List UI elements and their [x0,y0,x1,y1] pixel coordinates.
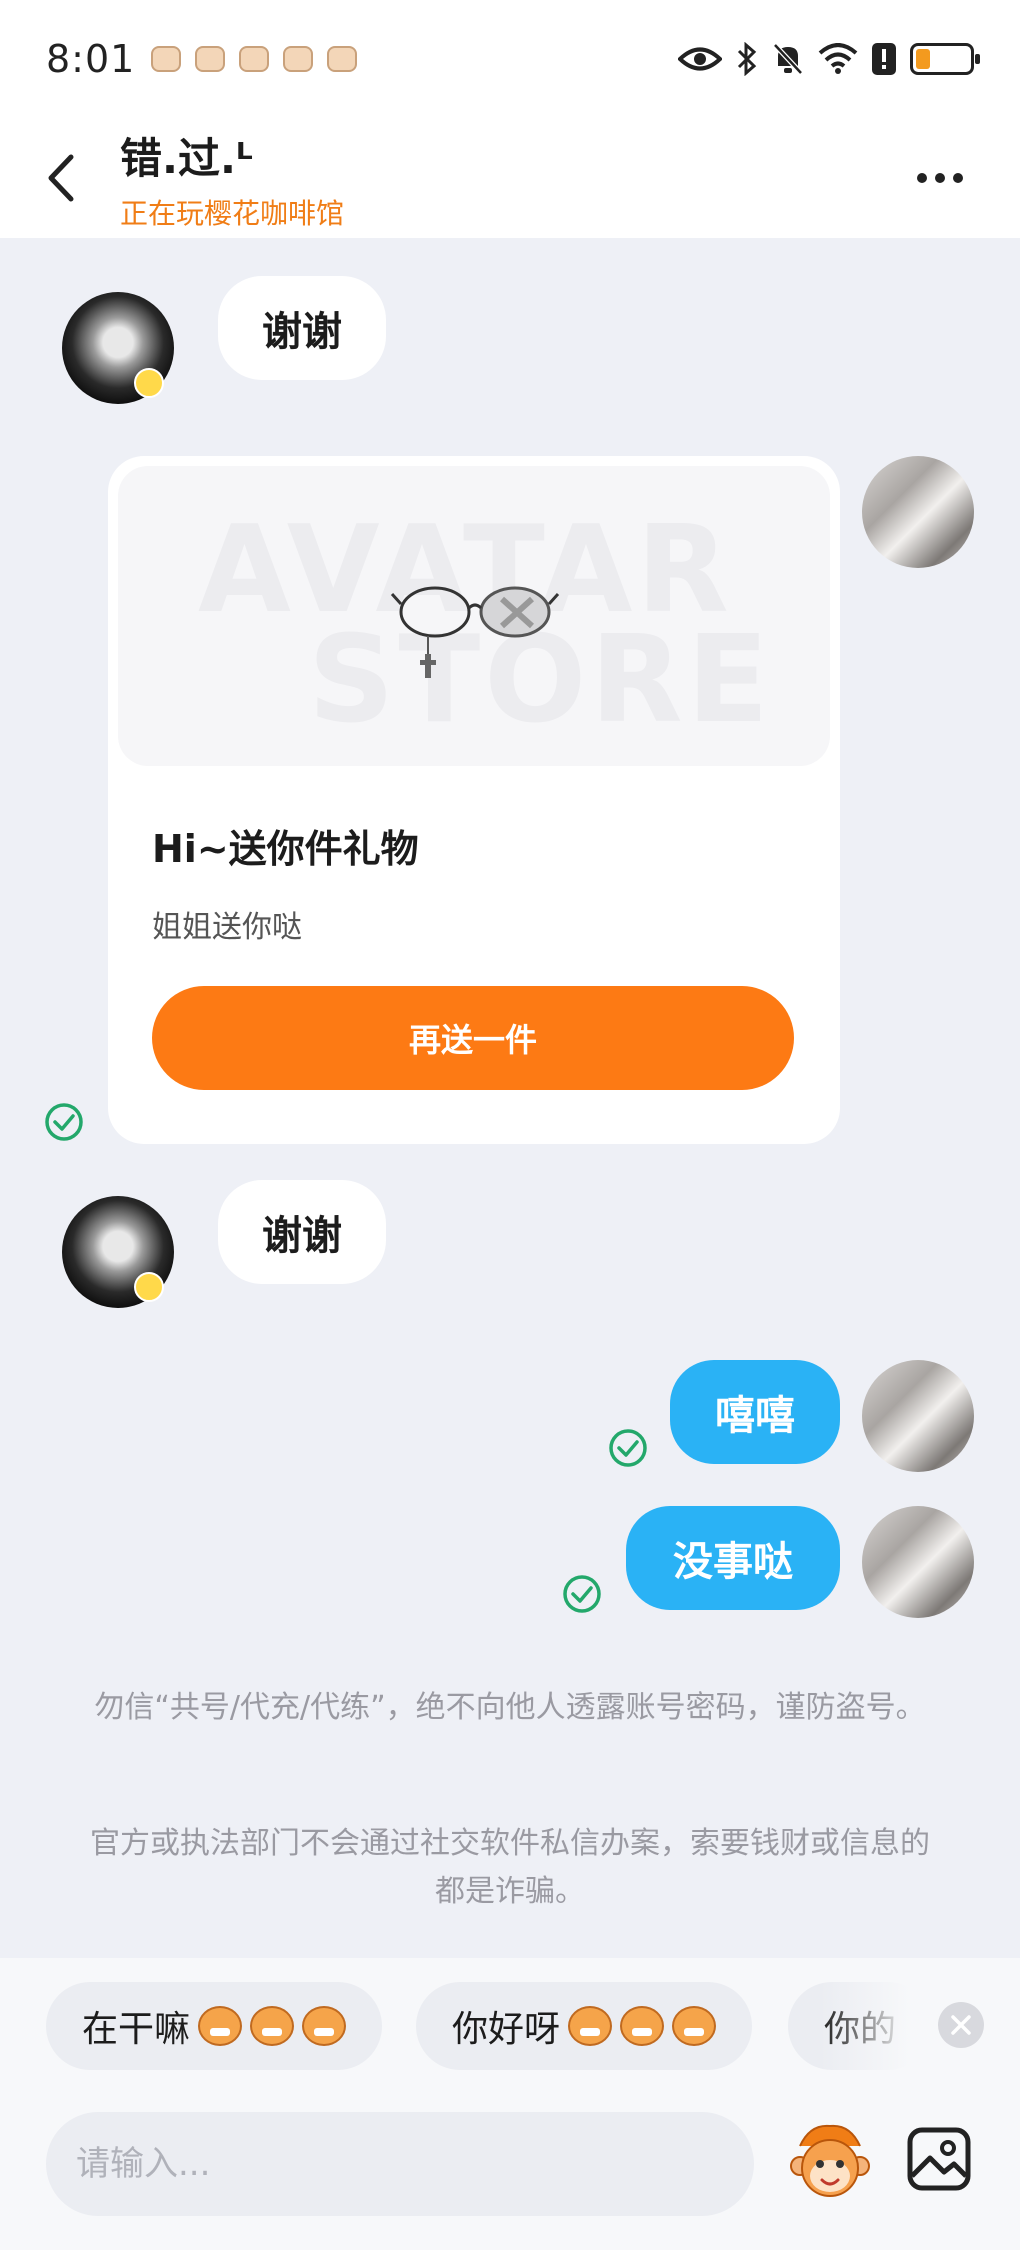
system-icons [678,42,980,76]
quick-reply-text: 在干嘛 [82,2009,191,2050]
dot-icon [935,173,945,183]
grinning-monkey-icon [250,2006,295,2046]
read-check-icon [563,1575,601,1613]
chat-messages[interactable]: 谢谢 AVATAR STORE Hi~送你件礼物 姐姐送你哒 再送一件 谢谢 嘻… [0,238,1020,1958]
image-icon[interactable] [904,2124,974,2194]
monkey-face-icon [620,2006,665,2046]
gift-banner: AVATAR STORE [118,466,830,766]
dot-icon [953,173,963,183]
app-notification-icon [283,46,314,72]
chat-header: 错.过.ᴸ 正在玩樱花咖啡馆 [0,118,1020,238]
quick-reply-chip[interactable]: 你好呀 [416,1982,753,2070]
input-bar [0,2090,1020,2250]
bluetooth-icon [737,42,757,76]
app-notification-icon [239,46,270,72]
quick-reply-chip[interactable]: 在干嘛 [46,1982,383,2070]
contact-info: 错.过.ᴸ 正在玩樱花咖啡馆 [120,125,344,232]
grinning-monkey-icon [302,2006,347,2046]
alert-icon [872,43,896,75]
quick-reply-bar: 在干嘛 你好呀 你的 [0,1958,1020,2090]
badge-icon [134,1272,164,1302]
grinning-monkey-icon [198,2006,243,2046]
wifi-icon [818,43,858,74]
status-time: 8:01 [46,37,136,81]
monkey-sticker-icon[interactable] [788,2120,872,2204]
chips-fade-overlay [820,1958,1020,2090]
status-bar: 8:01 [0,0,1020,118]
monkey-face-icon [672,2006,717,2046]
contact-name: 错.过.ᴸ [120,133,253,183]
safety-notice: 勿信“共号/代充/代练”，绝不向他人透露账号密码，谨防盗号。 [94,1690,926,1725]
message-bubble-outgoing[interactable]: 没事哒 [626,1506,840,1610]
self-avatar[interactable] [862,1360,974,1472]
battery-icon [910,43,980,75]
self-avatar[interactable] [862,456,974,568]
chevron-left-icon [48,154,74,202]
safety-notice: 官方或执法部门不会通过社交软件私信办案，索要钱财或信息的都是诈骗。 [90,1826,930,1909]
notification-icons [151,46,358,72]
badge-icon [134,368,164,398]
app-notification-icon [327,46,358,72]
self-avatar[interactable] [862,1506,974,1618]
back-button[interactable] [0,118,120,238]
message-bubble-incoming[interactable]: 谢谢 [218,276,386,380]
close-icon [951,2015,971,2035]
send-another-gift-button[interactable]: 再送一件 [152,986,794,1090]
gift-card[interactable]: AVATAR STORE Hi~送你件礼物 姐姐送你哒 再送一件 [108,456,840,1144]
gift-description: 姐姐送你哒 [152,910,302,945]
dot-icon [917,173,927,183]
read-check-icon [609,1429,647,1467]
bell-muted-icon [773,43,803,75]
app-notification-icon [151,46,182,72]
gift-title: Hi~送你件礼物 [152,827,419,871]
app-notification-icon [195,46,226,72]
more-options-button[interactable] [900,138,980,218]
contact-status: 正在玩樱花咖啡馆 [120,196,345,230]
quick-reply-text: 你好呀 [452,2009,561,2050]
message-input[interactable] [46,2112,754,2216]
glasses-gift-icon [390,586,560,678]
read-check-icon [45,1103,83,1141]
message-bubble-outgoing[interactable]: 嘻嘻 [670,1360,840,1464]
monkey-face-icon [568,2006,613,2046]
close-quick-replies-button[interactable] [938,2002,984,2048]
message-bubble-incoming[interactable]: 谢谢 [218,1180,386,1284]
eye-icon [678,47,722,71]
